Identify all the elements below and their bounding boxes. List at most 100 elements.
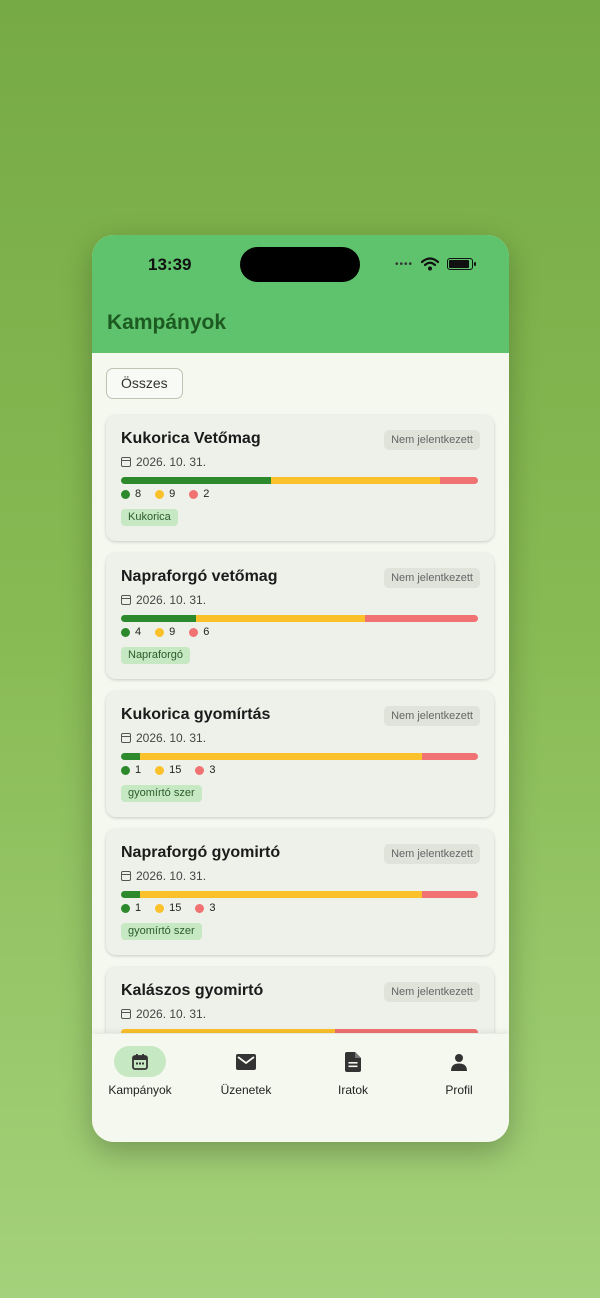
nav-item-campaigns[interactable]: Kampányok <box>92 1046 190 1097</box>
progress-segment-red <box>365 615 478 622</box>
person-icon <box>451 1053 467 1071</box>
count-green: 1 <box>121 902 141 914</box>
count-red: 2 <box>189 488 209 500</box>
page-title: Kampányok <box>107 311 227 334</box>
wifi-icon <box>421 257 439 271</box>
count-green-value: 1 <box>135 764 142 776</box>
nav-item-documents[interactable]: Iratok <box>303 1046 403 1097</box>
calendar-icon <box>121 1009 131 1019</box>
progress-bar <box>121 891 478 898</box>
nav-label-campaigns: Kampányok <box>108 1083 172 1097</box>
progress-segment-green <box>121 753 140 760</box>
nav-label-profile: Profil <box>445 1083 473 1097</box>
green-dot-icon <box>121 489 130 499</box>
count-red: 3 <box>195 902 216 914</box>
count-row: 1 15 3 <box>121 764 216 776</box>
nav-indicator <box>114 1046 166 1077</box>
date-text: 2026. 10. 31. <box>136 593 207 607</box>
date-text: 2026. 10. 31. <box>136 731 207 745</box>
campaign-date: 2026. 10. 31. <box>121 731 206 745</box>
nav-label-documents: Iratok <box>337 1083 368 1097</box>
count-red: 3 <box>195 764 216 776</box>
count-red: 6 <box>189 626 209 638</box>
battery-icon <box>447 258 476 270</box>
count-yellow-value: 15 <box>169 902 182 914</box>
nav-icon-container <box>327 1046 379 1077</box>
campaign-date: 2026. 10. 31. <box>121 869 206 883</box>
calendar-icon <box>121 871 131 881</box>
status-badge: Nem jelentkezett <box>384 568 480 588</box>
count-green-value: 8 <box>135 488 142 500</box>
calendar-icon <box>132 1053 148 1070</box>
campaign-title: Napraforgó gyomirtó <box>121 844 281 861</box>
campaign-card[interactable]: Kukorica Vetőmag Nem jelentkezett 2026. … <box>106 415 494 541</box>
progress-bar <box>121 477 478 484</box>
red-dot-icon <box>189 627 199 637</box>
progress-segment-red <box>421 891 478 898</box>
progress-bar <box>121 615 478 622</box>
count-yellow-value: 9 <box>169 626 176 638</box>
count-red-value: 2 <box>203 488 210 500</box>
campaign-card[interactable]: Kukorica gyomírtás Nem jelentkezett 2026… <box>106 691 494 817</box>
campaign-date: 2026. 10. 31. <box>121 1007 206 1021</box>
count-yellow: 15 <box>155 902 181 914</box>
nav-icon-container <box>433 1046 485 1077</box>
campaign-title: Kukorica Vetőmag <box>121 430 261 447</box>
count-row: 4 9 6 <box>121 626 209 638</box>
count-yellow: 15 <box>155 764 181 776</box>
progress-bar <box>121 753 478 760</box>
status-time: 13:39 <box>148 255 192 274</box>
progress-bar <box>121 1029 478 1033</box>
dynamic-island <box>240 247 360 282</box>
campaign-card[interactable]: Napraforgó vetőmag Nem jelentkezett 2026… <box>106 553 494 679</box>
signal-dots-icon: •••• <box>394 258 413 270</box>
campaign-title: Napraforgó vetőmag <box>121 568 278 585</box>
green-dot-icon <box>121 903 130 913</box>
status-badge: Nem jelentkezett <box>384 430 480 450</box>
campaign-list[interactable]: Összes Kukorica Vetőmag Nem jelentkezett… <box>92 353 509 1033</box>
nav-label-messages: Üzenetek <box>220 1083 272 1097</box>
progress-segment-green <box>121 477 272 484</box>
campaign-title: Kalászos gyomirtó <box>121 982 264 999</box>
count-green: 4 <box>121 626 141 638</box>
yellow-dot-icon <box>155 765 165 775</box>
progress-segment-yellow <box>139 753 422 760</box>
app-bar: 13:39 •••• Kampányok <box>92 235 509 353</box>
progress-segment-red <box>421 753 478 760</box>
campaign-card[interactable]: Kalászos gyomirtó Nem jelentkezett 2026.… <box>106 967 494 1033</box>
yellow-dot-icon <box>155 903 165 913</box>
count-red-value: 6 <box>203 626 210 638</box>
progress-segment-yellow <box>196 615 366 622</box>
yellow-dot-icon <box>155 627 165 637</box>
progress-segment-yellow <box>271 477 441 484</box>
count-red-value: 3 <box>209 902 216 914</box>
phone-frame: 13:39 •••• Kampányok Összes Kukorica Vet… <box>92 235 509 1142</box>
date-text: 2026. 10. 31. <box>136 869 207 883</box>
count-yellow: 9 <box>155 488 175 500</box>
count-green-value: 1 <box>135 902 142 914</box>
count-green: 1 <box>121 764 141 776</box>
red-dot-icon <box>195 903 205 913</box>
status-badge: Nem jelentkezett <box>384 982 480 1002</box>
status-badge: Nem jelentkezett <box>384 706 480 726</box>
count-row: 1 15 3 <box>121 902 216 914</box>
status-icons: •••• <box>394 257 476 271</box>
category-tag: Napraforgó <box>121 647 191 664</box>
status-badge: Nem jelentkezett <box>384 844 480 864</box>
count-green-value: 4 <box>135 626 142 638</box>
campaign-title: Kukorica gyomírtás <box>121 706 271 723</box>
campaign-date: 2026. 10. 31. <box>121 593 206 607</box>
progress-segment-green <box>121 891 140 898</box>
date-text: 2026. 10. 31. <box>136 455 207 469</box>
count-yellow: 9 <box>155 626 175 638</box>
progress-segment-yellow <box>121 1029 336 1033</box>
nav-item-profile[interactable]: Profil <box>409 1046 509 1097</box>
nav-icon-container <box>220 1046 272 1077</box>
date-text: 2026. 10. 31. <box>136 1007 207 1021</box>
category-tag: Kukorica <box>121 509 178 526</box>
nav-item-messages[interactable]: Üzenetek <box>196 1046 296 1097</box>
campaign-card[interactable]: Napraforgó gyomirtó Nem jelentkezett 202… <box>106 829 494 955</box>
green-dot-icon <box>121 627 130 637</box>
count-green: 8 <box>121 488 141 500</box>
filter-all-chip[interactable]: Összes <box>106 368 183 399</box>
